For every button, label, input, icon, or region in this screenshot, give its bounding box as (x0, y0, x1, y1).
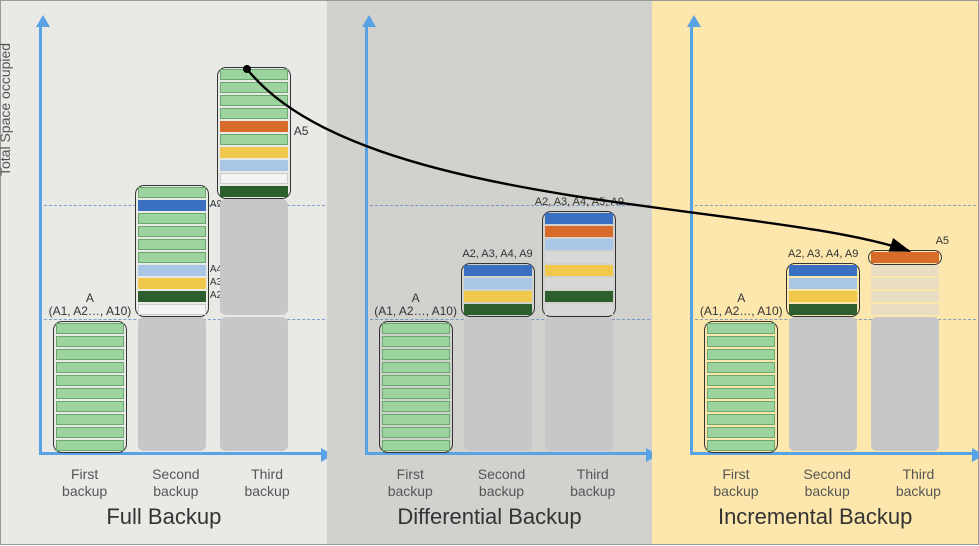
chart-diff: A (A1, A2…, A10) A2, A3, A4, A9 (365, 25, 639, 455)
stack-full-1 (54, 322, 126, 452)
bar-diff-3: A2, A3, A4, A5, A9 (543, 212, 615, 452)
xlabel-diff-2: Second backup (462, 466, 542, 500)
bar-incr-2: A2, A3, A4, A9 (787, 264, 859, 452)
x-axis-icon (39, 452, 323, 455)
x-axis-icon-i (690, 452, 974, 455)
y-axis-label: Total Space occupied (0, 43, 13, 176)
ann-incr-3: A5 (936, 235, 949, 247)
x-labels-incr: First backup Second backup Third backup (690, 466, 964, 500)
xlabel-full-1: First backup (45, 466, 125, 500)
stack-full-2-top: A9 A4 A3 A2 (136, 186, 208, 316)
ann-diff-3: A2, A3, A4, A5, A9 (519, 196, 639, 208)
xlabel-incr-2: Second backup (787, 466, 867, 500)
bar-diff-1: A (A1, A2…, A10) (380, 322, 452, 452)
xlabel-incr-3: Third backup (878, 466, 958, 500)
diagram-frame: Total Space occupied A (A1, A2…, A10) (0, 0, 979, 545)
set-label-full: A (A1, A2…, A10) (30, 292, 150, 318)
panel-differential-backup: A (A1, A2…, A10) A2, A3, A4, A9 (327, 1, 653, 544)
xlabel-incr-1: First backup (696, 466, 776, 500)
stack-full-2-base (136, 316, 208, 452)
y-axis-icon-i (690, 25, 693, 455)
ann-incr-2: A2, A3, A4, A9 (763, 248, 883, 260)
ann-diff-2: A2, A3, A4, A9 (438, 248, 558, 260)
xlabel-full-2: Second backup (136, 466, 216, 500)
title-incr: Incremental Backup (652, 504, 978, 530)
bar-diff-2: A2, A3, A4, A9 (462, 264, 534, 452)
stack-full-3-base (218, 316, 290, 452)
xlabel-diff-3: Third backup (553, 466, 633, 500)
panel-incremental-backup: A (A1, A2…, A10) A2, A3, A4, A9 (652, 1, 978, 544)
y-axis-icon-d (365, 25, 368, 455)
bar-incr-1: A (A1, A2…, A10) (705, 322, 777, 452)
xlabel-diff-1: First backup (370, 466, 450, 500)
title-full: Full Backup (1, 504, 327, 530)
bar-incr-3: A5 (869, 251, 941, 452)
stack-full-3-mid (218, 198, 290, 316)
note-a5-full: A5 (294, 125, 309, 138)
stack-full-3-top: A5 (218, 68, 290, 198)
x-labels-full: First backup Second backup Third backup (39, 466, 313, 500)
set-label-diff: A (A1, A2…, A10) (356, 292, 476, 318)
x-labels-diff: First backup Second backup Third backup (365, 466, 639, 500)
chart-incr: A (A1, A2…, A10) A2, A3, A4, A9 (690, 25, 964, 455)
y-axis-icon (39, 25, 42, 455)
x-axis-icon-d (365, 452, 649, 455)
title-diff: Differential Backup (327, 504, 653, 530)
bar-full-1: A (A1, A2…, A10) (54, 322, 126, 452)
xlabel-full-3: Third backup (227, 466, 307, 500)
panel-full-backup: Total Space occupied A (A1, A2…, A10) (1, 1, 327, 544)
chart-full: A (A1, A2…, A10) A9 A4 A3 (39, 25, 313, 455)
set-label-incr: A (A1, A2…, A10) (681, 292, 801, 318)
bar-full-2: A9 A4 A3 A2 (136, 186, 208, 452)
bar-full-3: A5 (218, 68, 290, 452)
